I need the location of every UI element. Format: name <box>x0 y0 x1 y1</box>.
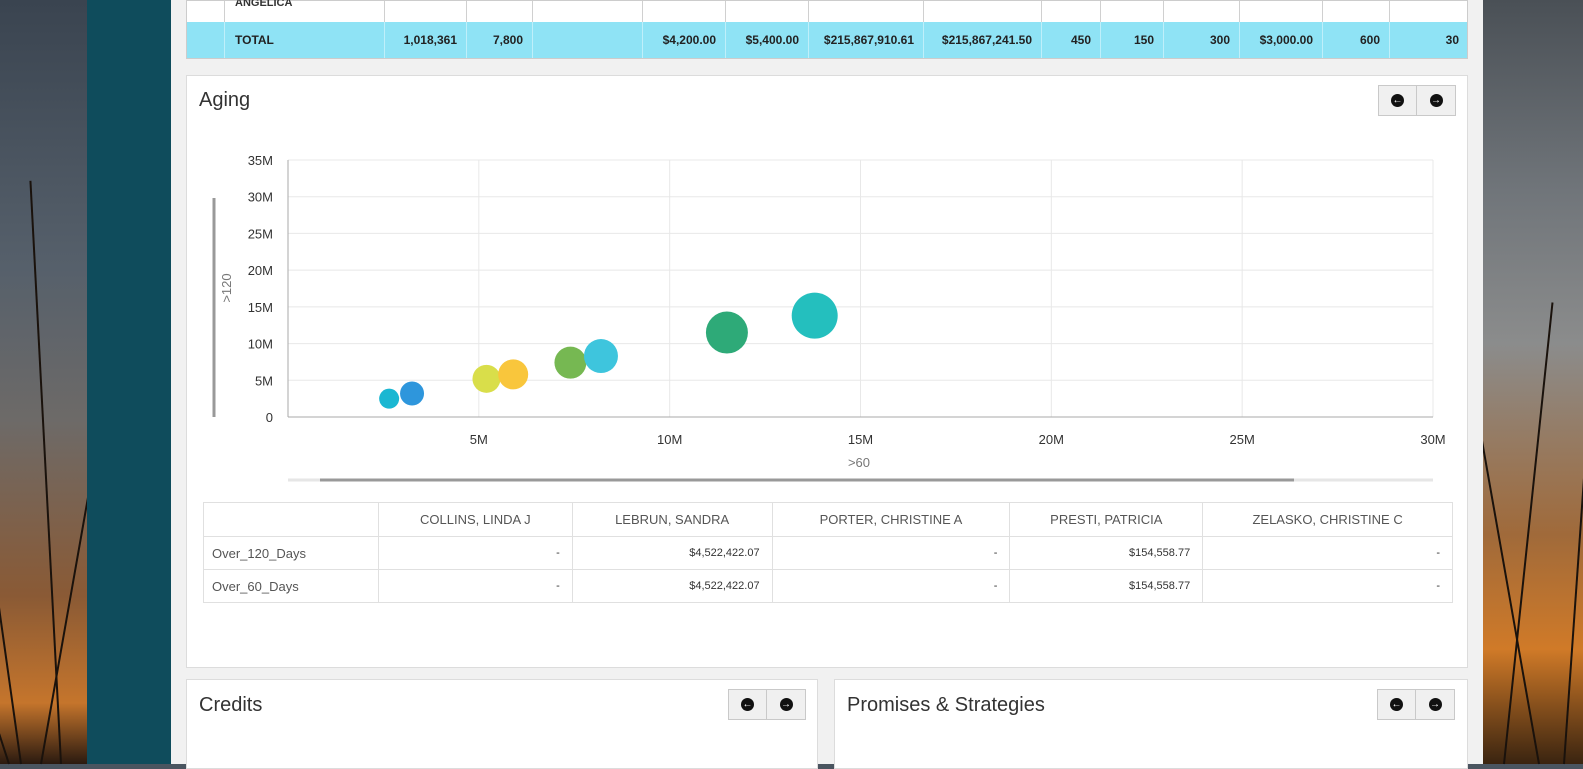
column-header[interactable]: ZELASKO, CHRISTINE C <box>1202 502 1453 537</box>
table-cell: $154,558.77 <box>1009 536 1204 570</box>
row-label: Over_120_Days <box>203 536 379 570</box>
promises-panel: Promises & Strategies ← → <box>834 679 1468 769</box>
table-cell: - <box>1202 569 1453 603</box>
next-button[interactable]: → <box>767 689 806 720</box>
table-cell: $154,558.77 <box>1009 569 1204 603</box>
total-cell: 300 <box>1164 22 1240 58</box>
bubble-point[interactable] <box>583 339 618 374</box>
total-cell: $4,200.00 <box>643 22 726 58</box>
total-cell: 1,018,361 <box>385 22 467 58</box>
chart-grid <box>288 159 1434 417</box>
bubble-point[interactable] <box>791 292 838 339</box>
table-header-row: COLLINS, LINDA J LEBRUN, SANDRA PORTER, … <box>203 502 1453 537</box>
bubble-point[interactable] <box>379 388 400 409</box>
total-cell: 30 <box>1445 33 1459 47</box>
column-header[interactable]: LEBRUN, SANDRA <box>571 502 773 537</box>
total-cell: 600 <box>1323 22 1390 58</box>
arrow-left-circle-icon: ← <box>1390 698 1403 711</box>
bubble-point[interactable] <box>472 364 501 393</box>
column-header <box>203 502 379 537</box>
aging-panel: Aging ← → 0 5M 10M 15M 20M 25M 30M 35M 5M 10M 15M… <box>186 75 1468 668</box>
table-cell: - <box>377 569 573 603</box>
y-axis-label: >120 <box>219 273 234 302</box>
table-cell: $4,522,422.07 <box>571 569 773 603</box>
bubble-point[interactable] <box>554 346 587 379</box>
previous-button[interactable]: ← <box>1377 689 1416 720</box>
background-photo-left <box>0 0 118 765</box>
total-cell: 7,800 <box>467 22 533 58</box>
x-tick-label: 15M <box>848 432 873 447</box>
total-cell <box>533 22 643 58</box>
aging-bubble-chart[interactable]: 05M10M15M20M25M30M35M 5M 10M 15M 20M 25M 30M … <box>187 76 1469 496</box>
background-photo-right <box>1471 0 1583 765</box>
y-tick-label: 5M <box>255 373 273 388</box>
panel-title: Credits <box>199 694 263 716</box>
y-tick-label: 10M <box>248 337 273 352</box>
table-cell: - <box>771 569 1011 603</box>
table-row: Over_60_Days - $4,522,422.07 - $154,558.… <box>203 569 1453 603</box>
y-tick-label: 20M <box>248 263 273 278</box>
table-row: ANGELICA <box>187 0 1467 22</box>
total-cell: $215,867,910.61 <box>809 22 924 58</box>
bubble-point[interactable] <box>498 359 529 390</box>
aging-table: COLLINS, LINDA J LEBRUN, SANDRA PORTER, … <box>203 502 1453 603</box>
arrow-right-circle-icon: → <box>1428 698 1442 711</box>
y-tick-label: 25M <box>248 226 273 241</box>
table-row: Over_120_Days - $4,522,422.07 - $154,558… <box>203 536 1453 570</box>
y-tick-label: 35M <box>248 153 273 168</box>
table-cell: - <box>1202 536 1453 570</box>
total-cell: $215,867,241.50 <box>924 22 1042 58</box>
total-row: TOTAL 1,018,361 7,800 $4,200.00 $5,400.0… <box>187 22 1467 58</box>
row-label: Over_60_Days <box>203 569 379 603</box>
panel-title: Promises & Strategies <box>847 694 1045 716</box>
bubble-point[interactable] <box>705 311 748 354</box>
promises-nav: ← → <box>1377 689 1455 720</box>
total-cell: $5,400.00 <box>726 22 809 58</box>
previous-button[interactable]: ← <box>728 689 767 720</box>
bubble-point[interactable] <box>400 381 425 406</box>
y-tick-label: 15M <box>248 300 273 315</box>
summary-table: ANGELICA TOTAL 1,018,361 7,800 $4,200.00… <box>186 0 1468 59</box>
total-cell: $3,000.00 <box>1240 22 1323 58</box>
column-header[interactable]: PORTER, CHRISTINE A <box>771 502 1011 537</box>
table-cell: $4,522,422.07 <box>571 536 773 570</box>
x-tick-label: 25M <box>1230 432 1255 447</box>
column-header[interactable]: PRESTI, PATRICIA <box>1009 502 1204 537</box>
x-tick-label: 30M <box>1420 432 1445 447</box>
total-cell: 450 <box>1042 22 1101 58</box>
credits-nav: ← → <box>728 689 806 720</box>
table-cell: - <box>377 536 573 570</box>
next-button[interactable]: → <box>1416 689 1455 720</box>
arrow-right-circle-icon: → <box>779 698 793 711</box>
y-tick-label: 0 <box>266 410 273 425</box>
x-axis-label: >60 <box>848 455 870 470</box>
x-tick-label: 10M <box>657 432 682 447</box>
table-cell: - <box>771 536 1011 570</box>
total-cell: 150 <box>1101 22 1164 58</box>
arrow-left-circle-icon: ← <box>741 698 754 711</box>
sidebar <box>87 0 171 764</box>
total-label: TOTAL <box>225 22 385 58</box>
column-header[interactable]: COLLINS, LINDA J <box>377 502 573 537</box>
credits-panel: Credits ← → <box>186 679 818 769</box>
main-content: ANGELICA TOTAL 1,018,361 7,800 $4,200.00… <box>171 0 1483 769</box>
y-tick-label: 30M <box>248 190 273 205</box>
x-tick-label: 20M <box>1039 432 1064 447</box>
row-name: ANGELICA <box>235 0 293 9</box>
x-tick-label: 5M <box>470 432 488 447</box>
